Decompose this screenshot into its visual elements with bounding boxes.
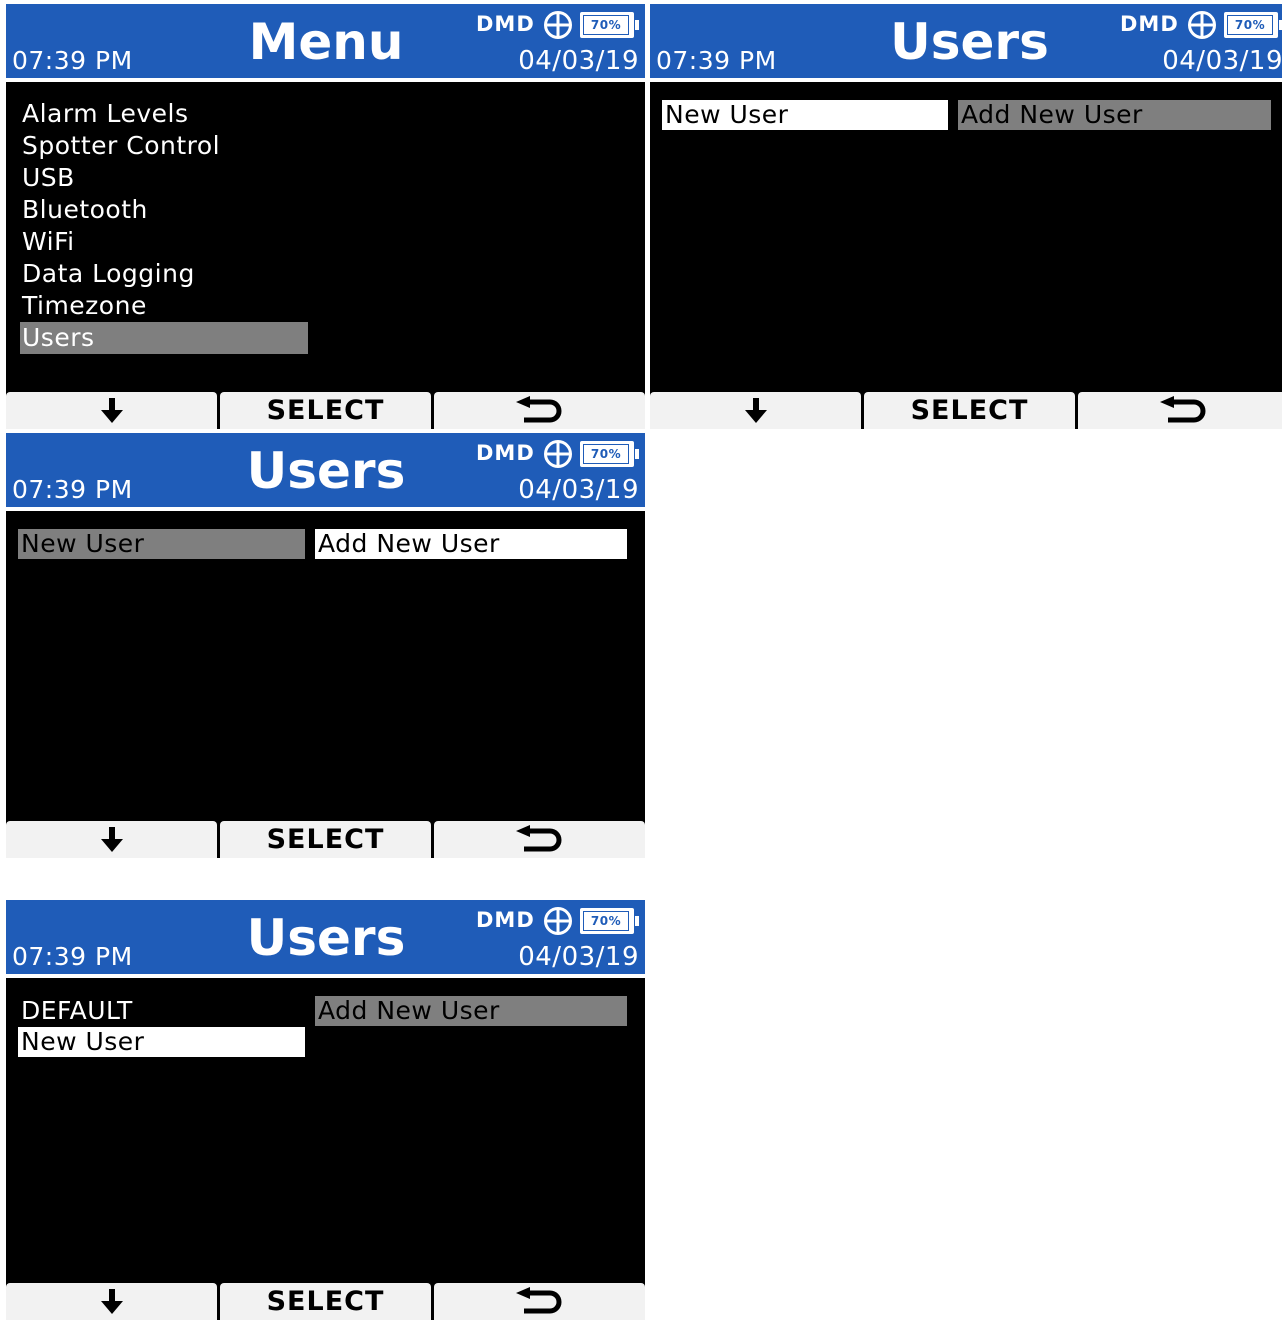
clock-time: 07:39 PM — [12, 475, 133, 504]
battery-indicator: 70% — [580, 441, 639, 467]
globe-plus-icon — [544, 907, 572, 935]
add-new-user-button[interactable]: Add New User — [958, 100, 1271, 130]
menu-item-wifi[interactable]: WiFi — [20, 226, 308, 258]
add-new-user-button[interactable]: Add New User — [315, 529, 627, 559]
softkey-bar: SELECT — [6, 1280, 645, 1320]
softkey-bar: SELECT — [6, 389, 645, 429]
clock-date: 04/03/19 — [518, 942, 639, 972]
globe-plus-icon — [1188, 11, 1216, 39]
battery-level: 70% — [583, 911, 629, 931]
user-item-new-user[interactable]: New User — [18, 529, 305, 559]
user-item-new-user[interactable]: New User — [662, 100, 948, 130]
menu-item-usb[interactable]: USB — [20, 162, 308, 194]
softkey-bar: SELECT — [650, 389, 1282, 429]
battery-nub — [635, 449, 639, 459]
menu-item-data-logging[interactable]: Data Logging — [20, 258, 308, 290]
menu-item-spotter-control[interactable]: Spotter Control — [20, 130, 308, 162]
arrow-down-icon — [100, 827, 123, 852]
softkey-bar: SELECT — [6, 818, 645, 858]
back-button[interactable] — [434, 392, 645, 429]
page-title: Users — [246, 909, 406, 967]
header-bar: 07:39 PM Users DMD 70% 04/03/19 — [6, 433, 645, 511]
battery-indicator: 70% — [1224, 12, 1282, 38]
header-bar: 07:39 PM Users DMD 70% 04/03/19 — [6, 900, 645, 978]
clock-date: 04/03/19 — [518, 46, 639, 76]
battery-indicator: 70% — [580, 12, 639, 38]
menu-screen: 07:39 PM Menu DMD 70% 04/03/19 Alarm Lev… — [6, 4, 645, 429]
select-button[interactable]: SELECT — [220, 1283, 431, 1320]
menu-item-timezone[interactable]: Timezone — [20, 290, 308, 322]
page-title: Users — [246, 442, 406, 500]
return-arrow-icon — [515, 825, 561, 852]
arrow-down-icon — [100, 398, 123, 423]
users-screen-2: 07:39 PM Users DMD 70% 04/03/19 New User… — [6, 433, 645, 858]
clock-time: 07:39 PM — [12, 46, 133, 75]
arrow-down-icon — [100, 1289, 123, 1314]
battery-indicator: 70% — [580, 908, 639, 934]
users-screen-1: 07:39 PM Users DMD 70% 04/03/19 New User… — [650, 4, 1282, 429]
return-arrow-icon — [515, 396, 561, 423]
header-bar: 07:39 PM Users DMD 70% 04/03/19 — [650, 4, 1282, 82]
menu-item-next-partial[interactable] — [20, 354, 308, 368]
brand-label: DMD — [1120, 12, 1179, 36]
return-arrow-icon — [515, 1287, 561, 1314]
menu-item-bluetooth[interactable]: Bluetooth — [20, 194, 308, 226]
back-button[interactable] — [434, 821, 645, 858]
down-button[interactable] — [650, 392, 861, 429]
menu-item-users[interactable]: Users — [20, 322, 308, 354]
page-title: Menu — [248, 13, 404, 71]
select-button[interactable]: SELECT — [220, 821, 431, 858]
battery-nub — [635, 916, 639, 926]
battery-nub — [635, 20, 639, 30]
select-button[interactable]: SELECT — [220, 392, 431, 429]
menu-item-alarm-levels[interactable]: Alarm Levels — [20, 98, 308, 130]
user-item-new-user[interactable]: New User — [18, 1027, 305, 1057]
globe-plus-icon — [544, 440, 572, 468]
users-screen-3: 07:39 PM Users DMD 70% 04/03/19 DEFAULT … — [6, 900, 645, 1320]
menu-list: Alarm Levels Spotter Control USB Bluetoo… — [20, 98, 308, 368]
globe-plus-icon — [544, 11, 572, 39]
clock-date: 04/03/19 — [518, 475, 639, 505]
header-bar: 07:39 PM Menu DMD 70% 04/03/19 — [6, 4, 645, 82]
user-item-default[interactable]: DEFAULT — [18, 996, 305, 1026]
brand-label: DMD — [476, 908, 535, 932]
battery-level: 70% — [1227, 15, 1273, 35]
brand-label: DMD — [476, 441, 535, 465]
arrow-down-icon — [744, 398, 767, 423]
down-button[interactable] — [6, 821, 217, 858]
battery-level: 70% — [583, 444, 629, 464]
clock-date: 04/03/19 — [1162, 46, 1282, 76]
screenshot-grid: 07:39 PM Menu DMD 70% 04/03/19 Alarm Lev… — [0, 0, 1282, 1320]
return-arrow-icon — [1159, 396, 1205, 423]
brand-label: DMD — [476, 12, 535, 36]
down-button[interactable] — [6, 392, 217, 429]
down-button[interactable] — [6, 1283, 217, 1320]
select-button[interactable]: SELECT — [864, 392, 1075, 429]
add-new-user-button[interactable]: Add New User — [315, 996, 627, 1026]
clock-time: 07:39 PM — [12, 942, 133, 971]
back-button[interactable] — [434, 1283, 645, 1320]
back-button[interactable] — [1078, 392, 1282, 429]
battery-level: 70% — [583, 15, 629, 35]
